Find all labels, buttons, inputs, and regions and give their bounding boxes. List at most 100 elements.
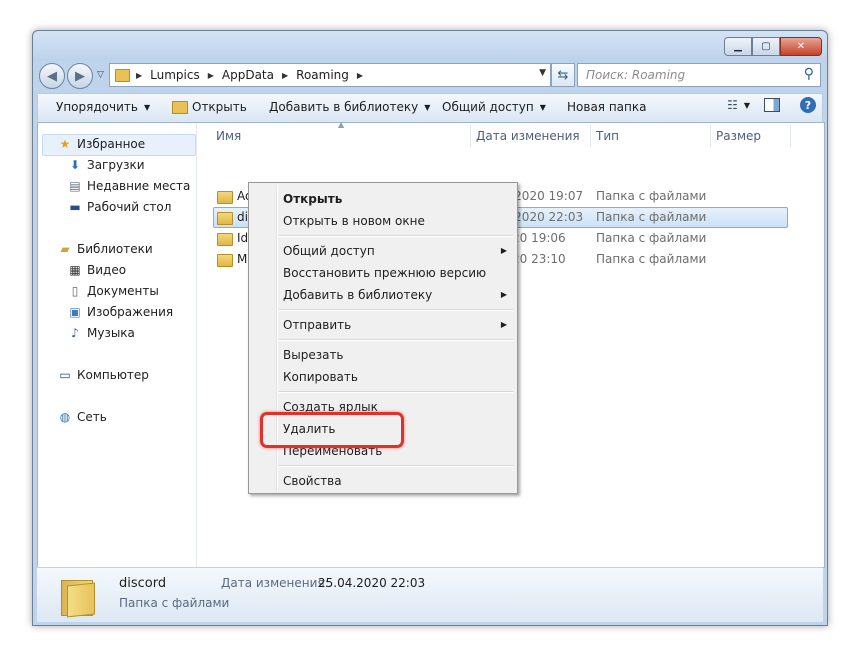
breadcrumb-item[interactable]: Lumpics [150,68,200,82]
details-name: discord [119,576,167,591]
menu-item-properties[interactable]: Свойства [283,474,342,488]
sidebar-item-pictures[interactable]: ▣ Изображения [68,305,173,319]
chevron-down-icon: ▼ [424,102,431,112]
menu-item-open-new-window[interactable]: Открыть в новом окне [283,214,425,228]
folder-icon [217,191,233,204]
desktop-icon: ▬ [69,200,81,214]
sidebar-item-libraries[interactable]: ▰ Библиотеки [58,242,153,256]
sidebar-item-label: Компьютер [77,368,149,382]
folder-icon [59,576,95,618]
sidebar-item-label: Библиотеки [77,242,153,256]
column-divider[interactable] [710,125,711,147]
menu-item-send-to[interactable]: Отправить [283,318,351,332]
close-icon[interactable]: ✕ [780,37,822,56]
refresh-icon[interactable]: ⇆ [551,63,575,87]
column-divider[interactable] [590,125,591,147]
sidebar-item-desktop[interactable]: ▬ Рабочий стол [68,200,171,214]
organize-label: Упорядочить [56,100,138,114]
chevron-right-icon[interactable]: ▶ [208,71,214,80]
details-pane: discord Папка с файлами Дата изменения: … [37,567,823,622]
maximize-icon[interactable]: ▢ [752,37,780,56]
open-button[interactable]: Открыть [172,100,247,114]
back-icon[interactable]: ◀ [39,63,65,89]
documents-icon: ▯ [71,284,79,298]
chevron-right-icon[interactable]: ▶ [136,71,142,80]
forward-icon[interactable]: ▶ [67,63,93,89]
file-type: Папка с файлами [596,189,707,203]
recent-places-icon: ▤ [69,179,81,193]
menu-item-copy[interactable]: Копировать [283,370,358,384]
recent-pages-dropdown-icon[interactable]: ▽ [97,70,104,80]
sidebar-item-video[interactable]: ▦ Видео [68,263,126,277]
address-bar[interactable]: ▶ Lumpics ▶ AppData ▶ Roaming ▶ ▼ [109,63,551,87]
column-divider[interactable] [470,125,471,147]
folder-icon [172,100,188,114]
title-bar: ▁ ▢ ✕ [33,31,827,61]
video-icon: ▦ [69,263,81,277]
menu-item-share[interactable]: Общий доступ [283,244,375,258]
open-label: Открыть [192,100,247,114]
add-to-library-button[interactable]: Добавить в библиотеку ▼ [269,100,430,114]
menu-separator [279,391,513,393]
submenu-arrow-icon: ▶ [500,246,507,255]
file-date: 20 19:06 [512,231,566,245]
preview-pane-icon[interactable] [764,98,780,112]
sidebar-item-label: Недавние места [87,179,191,193]
menu-separator [279,339,513,341]
chevron-right-icon[interactable]: ▶ [282,71,288,80]
chevron-right-icon[interactable]: ▶ [357,71,363,80]
submenu-arrow-icon: ▶ [500,290,507,299]
details-date-label: Дата изменения: [221,576,329,590]
sidebar-item-recent-places[interactable]: ▤ Недавние места [68,179,190,193]
search-input[interactable]: Поиск: Roaming ⚲ [577,63,821,87]
sidebar-item-computer[interactable]: ▭ Компьютер [58,368,149,382]
sidebar-item-downloads[interactable]: ⬇ Загрузки [68,158,145,172]
menu-item-cut[interactable]: Вырезать [283,348,344,362]
organize-button[interactable]: Упорядочить ▼ [56,100,150,114]
file-type: Папка с файлами [596,231,707,245]
column-header-size[interactable]: Размер [716,129,761,143]
sidebar-item-label: Загрузки [87,158,145,172]
file-date: 20 23:10 [512,252,566,266]
address-dropdown-icon[interactable]: ▼ [539,68,546,78]
search-icon[interactable]: ⚲ [804,66,814,82]
add-to-library-label: Добавить в библиотеку [269,100,419,114]
file-type: Папка с файлами [596,210,707,224]
delete-highlight-ring [260,412,404,448]
menu-item-add-to-library[interactable]: Добавить в библиотеку [283,288,432,302]
share-button[interactable]: Общий доступ ▼ [442,100,546,114]
sidebar-item-label: Музыка [87,326,135,340]
folder-icon [217,233,233,246]
chevron-down-icon[interactable]: ▼ [744,101,750,110]
sidebar-item-documents[interactable]: ▯ Документы [68,284,159,298]
column-header-type[interactable]: Тип [596,129,619,143]
sidebar-item-music[interactable]: ♪ Музыка [68,326,135,340]
sidebar-item-network[interactable]: ◍ Сеть [58,410,107,424]
folder-icon [217,212,233,225]
new-folder-button[interactable]: Новая папка [567,100,646,114]
computer-icon: ▭ [59,368,71,382]
column-header-date[interactable]: Дата изменения [476,129,580,143]
column-divider[interactable] [790,125,791,147]
menu-item-restore-previous[interactable]: Восстановить прежнюю версию [283,266,486,280]
details-date-value: 25.04.2020 22:03 [318,576,426,590]
navigation-pane: ★ Избранное ⬇ Загрузки ▤ Недавние места ▬ Ра… [38,123,197,567]
breadcrumb-item[interactable]: Roaming [296,68,349,82]
sidebar-item-label: Документы [87,284,159,298]
navigation-row: ◀ ▶ ▽ ▶ Lumpics ▶ AppData ▶ Roaming ▶ ▼ … [33,61,827,91]
menu-separator [279,465,513,467]
music-icon: ♪ [71,326,79,340]
network-icon: ◍ [59,410,71,424]
sidebar-item-favorites[interactable]: ★ Избранное [58,137,146,151]
column-header-name[interactable]: Имя [216,129,241,143]
submenu-arrow-icon: ▶ [500,320,507,329]
view-options-icon[interactable]: ☷ [727,98,738,112]
downloads-icon: ⬇ [69,158,81,172]
breadcrumb-item[interactable]: AppData [222,68,274,82]
menu-item-open[interactable]: Открыть [283,192,342,206]
sidebar-item-label: Избранное [77,137,146,151]
minimize-icon[interactable]: ▁ [724,37,752,56]
help-icon[interactable]: ? [800,97,816,113]
star-icon: ★ [59,137,71,151]
caption-buttons: ▁ ▢ ✕ [724,37,822,56]
